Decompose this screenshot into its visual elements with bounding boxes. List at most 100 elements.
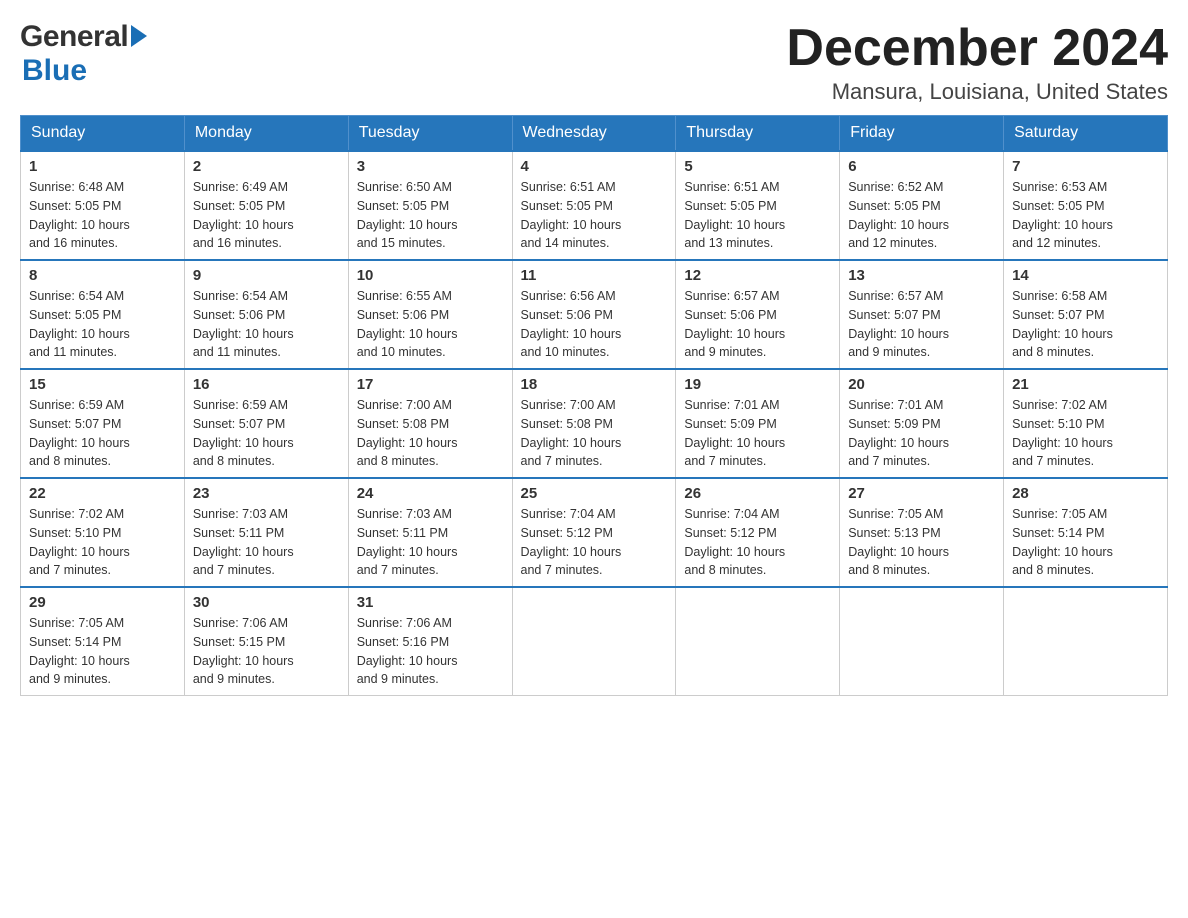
day-info: Sunrise: 7:01 AMSunset: 5:09 PMDaylight:… [684, 398, 785, 468]
day-info: Sunrise: 7:02 AMSunset: 5:10 PMDaylight:… [29, 507, 130, 577]
logo-arrow-icon [131, 25, 147, 47]
calendar-table: SundayMondayTuesdayWednesdayThursdayFrid… [20, 115, 1168, 696]
day-info: Sunrise: 6:51 AMSunset: 5:05 PMDaylight:… [521, 180, 622, 250]
calendar-cell [840, 587, 1004, 696]
calendar-cell [512, 587, 676, 696]
day-number: 9 [193, 267, 340, 284]
calendar-cell: 16 Sunrise: 6:59 AMSunset: 5:07 PMDaylig… [184, 369, 348, 478]
day-info: Sunrise: 6:59 AMSunset: 5:07 PMDaylight:… [193, 398, 294, 468]
calendar-cell: 13 Sunrise: 6:57 AMSunset: 5:07 PMDaylig… [840, 260, 1004, 369]
day-number: 8 [29, 267, 176, 284]
day-number: 29 [29, 594, 176, 611]
day-number: 17 [357, 376, 504, 393]
calendar-cell: 4 Sunrise: 6:51 AMSunset: 5:05 PMDayligh… [512, 151, 676, 260]
day-number: 1 [29, 158, 176, 175]
day-info: Sunrise: 7:00 AMSunset: 5:08 PMDaylight:… [521, 398, 622, 468]
calendar-cell: 9 Sunrise: 6:54 AMSunset: 5:06 PMDayligh… [184, 260, 348, 369]
day-info: Sunrise: 6:51 AMSunset: 5:05 PMDaylight:… [684, 180, 785, 250]
day-info: Sunrise: 6:50 AMSunset: 5:05 PMDaylight:… [357, 180, 458, 250]
col-header-friday: Friday [840, 116, 1004, 152]
day-number: 12 [684, 267, 831, 284]
calendar-week-row: 29 Sunrise: 7:05 AMSunset: 5:14 PMDaylig… [21, 587, 1168, 696]
logo-general-text: General [20, 20, 128, 54]
day-info: Sunrise: 6:48 AMSunset: 5:05 PMDaylight:… [29, 180, 130, 250]
page-header: General Blue December 2024 Mansura, Loui… [20, 20, 1168, 105]
day-info: Sunrise: 7:01 AMSunset: 5:09 PMDaylight:… [848, 398, 949, 468]
day-number: 20 [848, 376, 995, 393]
day-number: 14 [1012, 267, 1159, 284]
day-info: Sunrise: 7:04 AMSunset: 5:12 PMDaylight:… [521, 507, 622, 577]
calendar-cell: 3 Sunrise: 6:50 AMSunset: 5:05 PMDayligh… [348, 151, 512, 260]
day-info: Sunrise: 6:58 AMSunset: 5:07 PMDaylight:… [1012, 289, 1113, 359]
col-header-sunday: Sunday [21, 116, 185, 152]
day-info: Sunrise: 7:00 AMSunset: 5:08 PMDaylight:… [357, 398, 458, 468]
calendar-cell: 17 Sunrise: 7:00 AMSunset: 5:08 PMDaylig… [348, 369, 512, 478]
calendar-cell: 8 Sunrise: 6:54 AMSunset: 5:05 PMDayligh… [21, 260, 185, 369]
calendar-cell: 31 Sunrise: 7:06 AMSunset: 5:16 PMDaylig… [348, 587, 512, 696]
day-info: Sunrise: 6:56 AMSunset: 5:06 PMDaylight:… [521, 289, 622, 359]
day-info: Sunrise: 7:05 AMSunset: 5:14 PMDaylight:… [1012, 507, 1113, 577]
day-info: Sunrise: 6:55 AMSunset: 5:06 PMDaylight:… [357, 289, 458, 359]
day-number: 26 [684, 485, 831, 502]
day-number: 30 [193, 594, 340, 611]
day-number: 5 [684, 158, 831, 175]
calendar-cell: 27 Sunrise: 7:05 AMSunset: 5:13 PMDaylig… [840, 478, 1004, 587]
day-number: 11 [521, 267, 668, 284]
day-number: 31 [357, 594, 504, 611]
day-info: Sunrise: 7:05 AMSunset: 5:14 PMDaylight:… [29, 616, 130, 686]
calendar-week-row: 22 Sunrise: 7:02 AMSunset: 5:10 PMDaylig… [21, 478, 1168, 587]
col-header-monday: Monday [184, 116, 348, 152]
day-number: 22 [29, 485, 176, 502]
calendar-week-row: 8 Sunrise: 6:54 AMSunset: 5:05 PMDayligh… [21, 260, 1168, 369]
day-number: 24 [357, 485, 504, 502]
day-info: Sunrise: 6:53 AMSunset: 5:05 PMDaylight:… [1012, 180, 1113, 250]
calendar-cell [1004, 587, 1168, 696]
day-info: Sunrise: 6:49 AMSunset: 5:05 PMDaylight:… [193, 180, 294, 250]
day-number: 21 [1012, 376, 1159, 393]
day-number: 18 [521, 376, 668, 393]
day-number: 6 [848, 158, 995, 175]
calendar-cell: 30 Sunrise: 7:06 AMSunset: 5:15 PMDaylig… [184, 587, 348, 696]
day-number: 27 [848, 485, 995, 502]
calendar-cell: 5 Sunrise: 6:51 AMSunset: 5:05 PMDayligh… [676, 151, 840, 260]
day-number: 10 [357, 267, 504, 284]
calendar-cell: 2 Sunrise: 6:49 AMSunset: 5:05 PMDayligh… [184, 151, 348, 260]
day-info: Sunrise: 6:54 AMSunset: 5:06 PMDaylight:… [193, 289, 294, 359]
calendar-cell: 1 Sunrise: 6:48 AMSunset: 5:05 PMDayligh… [21, 151, 185, 260]
calendar-cell: 23 Sunrise: 7:03 AMSunset: 5:11 PMDaylig… [184, 478, 348, 587]
day-number: 15 [29, 376, 176, 393]
day-info: Sunrise: 7:06 AMSunset: 5:16 PMDaylight:… [357, 616, 458, 686]
day-info: Sunrise: 6:57 AMSunset: 5:06 PMDaylight:… [684, 289, 785, 359]
day-number: 13 [848, 267, 995, 284]
month-title: December 2024 [786, 20, 1168, 77]
day-number: 25 [521, 485, 668, 502]
day-info: Sunrise: 6:59 AMSunset: 5:07 PMDaylight:… [29, 398, 130, 468]
calendar-cell: 29 Sunrise: 7:05 AMSunset: 5:14 PMDaylig… [21, 587, 185, 696]
day-number: 19 [684, 376, 831, 393]
calendar-cell: 11 Sunrise: 6:56 AMSunset: 5:06 PMDaylig… [512, 260, 676, 369]
day-number: 4 [521, 158, 668, 175]
calendar-cell: 19 Sunrise: 7:01 AMSunset: 5:09 PMDaylig… [676, 369, 840, 478]
day-number: 28 [1012, 485, 1159, 502]
location-subtitle: Mansura, Louisiana, United States [786, 79, 1168, 105]
col-header-wednesday: Wednesday [512, 116, 676, 152]
calendar-cell: 10 Sunrise: 6:55 AMSunset: 5:06 PMDaylig… [348, 260, 512, 369]
calendar-cell: 20 Sunrise: 7:01 AMSunset: 5:09 PMDaylig… [840, 369, 1004, 478]
day-info: Sunrise: 7:05 AMSunset: 5:13 PMDaylight:… [848, 507, 949, 577]
calendar-cell: 15 Sunrise: 6:59 AMSunset: 5:07 PMDaylig… [21, 369, 185, 478]
day-info: Sunrise: 6:57 AMSunset: 5:07 PMDaylight:… [848, 289, 949, 359]
calendar-cell [676, 587, 840, 696]
calendar-week-row: 1 Sunrise: 6:48 AMSunset: 5:05 PMDayligh… [21, 151, 1168, 260]
day-info: Sunrise: 7:02 AMSunset: 5:10 PMDaylight:… [1012, 398, 1113, 468]
calendar-cell: 12 Sunrise: 6:57 AMSunset: 5:06 PMDaylig… [676, 260, 840, 369]
day-info: Sunrise: 7:06 AMSunset: 5:15 PMDaylight:… [193, 616, 294, 686]
logo: General Blue [20, 20, 147, 88]
day-info: Sunrise: 7:04 AMSunset: 5:12 PMDaylight:… [684, 507, 785, 577]
calendar-cell: 22 Sunrise: 7:02 AMSunset: 5:10 PMDaylig… [21, 478, 185, 587]
col-header-saturday: Saturday [1004, 116, 1168, 152]
calendar-cell: 24 Sunrise: 7:03 AMSunset: 5:11 PMDaylig… [348, 478, 512, 587]
day-number: 2 [193, 158, 340, 175]
calendar-cell: 6 Sunrise: 6:52 AMSunset: 5:05 PMDayligh… [840, 151, 1004, 260]
calendar-cell: 25 Sunrise: 7:04 AMSunset: 5:12 PMDaylig… [512, 478, 676, 587]
day-number: 7 [1012, 158, 1159, 175]
